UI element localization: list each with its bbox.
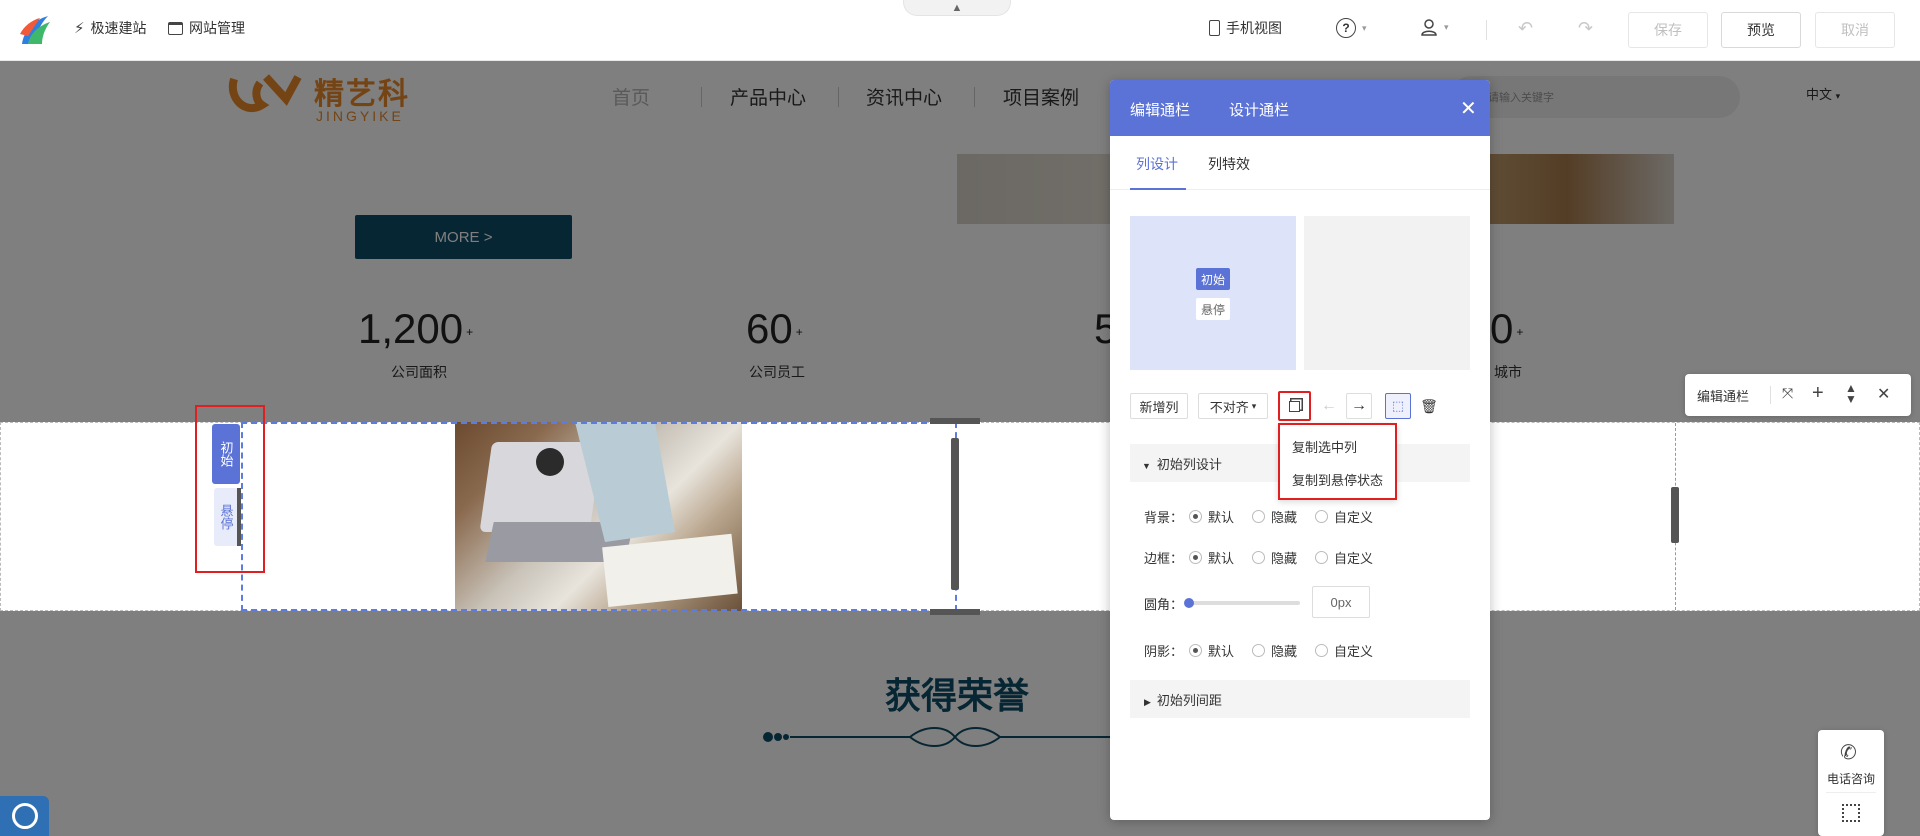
delete-icon[interactable]: 🗑 bbox=[1416, 393, 1442, 419]
lightning-icon: ⚡ bbox=[74, 20, 85, 37]
quick-build-label: 极速建站 bbox=[90, 20, 147, 36]
panel-subtabs: 列设计 列特效 bbox=[1110, 136, 1490, 190]
align-select-label: 不对齐 bbox=[1209, 399, 1249, 415]
tab-column-effect[interactable]: 列特效 bbox=[1208, 154, 1250, 174]
window-icon bbox=[168, 21, 183, 35]
user-menu[interactable]: ▾ bbox=[1420, 18, 1449, 36]
phone-icon bbox=[1209, 20, 1220, 36]
unlink-icon[interactable]: ⤧ bbox=[1782, 385, 1793, 402]
radio-custom[interactable]: 自定义 bbox=[1315, 641, 1373, 660]
background-option-row: 背景： 默认 隐藏 自定义 bbox=[1144, 506, 1391, 526]
border-option-row: 边框： 默认 隐藏 自定义 bbox=[1144, 547, 1391, 567]
radio-custom[interactable]: 自定义 bbox=[1315, 507, 1373, 526]
radius-slider-thumb[interactable] bbox=[1184, 598, 1194, 608]
chevron-down-icon: ▾ bbox=[1362, 22, 1367, 33]
divider bbox=[1486, 20, 1487, 40]
copy-button[interactable] bbox=[1278, 391, 1311, 421]
dim-overlay bbox=[0, 611, 1920, 836]
preview-initial-badge: 初始 bbox=[1196, 268, 1230, 290]
preview-button[interactable]: 预览 bbox=[1721, 12, 1801, 48]
border-label: 边框： bbox=[1144, 550, 1184, 566]
radio-hide[interactable]: 隐藏 bbox=[1252, 548, 1297, 567]
caret-down-icon: ▼ bbox=[1142, 461, 1151, 471]
radius-input[interactable]: 0px bbox=[1312, 586, 1370, 618]
phone-consult-label[interactable]: 电话咨询 bbox=[1827, 770, 1875, 787]
edit-row-panel: 编辑通栏 设计通栏 ✕ 列设计 列特效 初始 悬停 新增列 不对齐 ▾ ← → ⬚… bbox=[1110, 80, 1490, 820]
section-title: 初始列设计 bbox=[1156, 457, 1222, 472]
chevron-up-icon: ▲ bbox=[951, 1, 963, 14]
copy-icon bbox=[1289, 400, 1300, 412]
radio-default[interactable]: 默认 bbox=[1189, 641, 1234, 660]
help-menu[interactable]: ? ▾ bbox=[1336, 18, 1367, 38]
add-icon[interactable]: + bbox=[1812, 382, 1824, 405]
radio-default[interactable]: 默认 bbox=[1189, 507, 1234, 526]
divider bbox=[1770, 386, 1771, 404]
column-preview[interactable] bbox=[1304, 216, 1470, 370]
shadow-label: 阴影： bbox=[1144, 643, 1184, 659]
consult-widget: ✆ 电话咨询 bbox=[1818, 730, 1884, 836]
move-left-icon[interactable]: ← bbox=[1316, 393, 1342, 419]
menu-item-copy-to-hover[interactable]: 复制到悬停状态 bbox=[1292, 470, 1383, 489]
column-handle-bottom[interactable] bbox=[930, 609, 980, 615]
tab-column-design[interactable]: 列设计 bbox=[1136, 154, 1178, 174]
qrcode-icon[interactable] bbox=[1842, 804, 1860, 822]
help-icon: ? bbox=[1336, 18, 1356, 38]
phone-icon[interactable]: ✆ bbox=[1840, 740, 1857, 765]
mobile-view-label: 手机视图 bbox=[1226, 20, 1282, 36]
radius-option-row: 圆角： bbox=[1144, 593, 1185, 613]
active-tab-indicator bbox=[1130, 188, 1186, 190]
tab-design-row[interactable]: 设计通栏 bbox=[1229, 99, 1289, 120]
edit-row-button[interactable]: 编辑通栏 bbox=[1697, 386, 1749, 405]
section-column-spacing[interactable]: ▶ 初始列间距 bbox=[1130, 680, 1470, 718]
copy-dropdown: 复制选中列 复制到悬停状态 bbox=[1278, 423, 1397, 500]
column-preview-selected[interactable]: 初始 悬停 bbox=[1130, 216, 1296, 370]
close-icon[interactable]: ✕ bbox=[1877, 384, 1890, 404]
mobile-view-button[interactable]: 手机视图 bbox=[1209, 18, 1282, 38]
move-right-icon[interactable]: → bbox=[1346, 393, 1372, 419]
user-icon bbox=[1421, 19, 1437, 36]
chevron-down-icon: ▾ bbox=[1251, 400, 1257, 411]
radio-custom[interactable]: 自定义 bbox=[1315, 548, 1373, 567]
radio-hide[interactable]: 隐藏 bbox=[1252, 507, 1297, 526]
menu-item-copy-column[interactable]: 复制选中列 bbox=[1292, 437, 1357, 456]
preview-hover-badge: 悬停 bbox=[1196, 298, 1230, 320]
add-column-button[interactable]: 新增列 bbox=[1130, 393, 1188, 419]
selected-column[interactable] bbox=[241, 418, 980, 615]
panel-header: 编辑通栏 设计通栏 ✕ bbox=[1110, 80, 1490, 136]
radius-label: 圆角： bbox=[1144, 596, 1184, 612]
quick-build-button[interactable]: ⚡ 极速建站 bbox=[74, 18, 147, 38]
dim-overlay bbox=[0, 61, 1920, 422]
background-label: 背景： bbox=[1144, 509, 1184, 525]
column-resize-handle[interactable] bbox=[951, 438, 959, 590]
radio-hide[interactable]: 隐藏 bbox=[1252, 641, 1297, 660]
radius-slider[interactable] bbox=[1188, 601, 1300, 605]
undo-icon[interactable]: ↶ bbox=[1518, 18, 1533, 39]
caret-right-icon: ▶ bbox=[1144, 697, 1151, 707]
save-button[interactable]: 保存 bbox=[1628, 12, 1708, 48]
select-column-icon[interactable]: ⬚ bbox=[1385, 393, 1411, 419]
chevron-down-icon: ▾ bbox=[1444, 21, 1449, 32]
chat-icon[interactable] bbox=[0, 796, 49, 836]
highlight-box bbox=[195, 405, 265, 573]
section-title: 初始列间距 bbox=[1156, 693, 1222, 708]
tab-edit-row[interactable]: 编辑通栏 bbox=[1130, 99, 1190, 120]
align-select[interactable]: 不对齐 ▾ bbox=[1198, 393, 1268, 419]
row-floating-toolbar: 编辑通栏 ⤧ + ▲ ▼ ✕ bbox=[1685, 374, 1911, 416]
cancel-button[interactable]: 取消 bbox=[1815, 12, 1895, 48]
collapse-toolbar-tab[interactable]: ▲ bbox=[903, 0, 1011, 16]
site-manage-label: 网站管理 bbox=[189, 20, 245, 36]
divider bbox=[1826, 792, 1876, 793]
radio-default[interactable]: 默认 bbox=[1189, 548, 1234, 567]
resize-handle[interactable] bbox=[1671, 487, 1679, 543]
shadow-option-row: 阴影： 默认 隐藏 自定义 bbox=[1144, 640, 1391, 660]
redo-icon[interactable]: ↷ bbox=[1578, 18, 1593, 39]
close-icon[interactable]: ✕ bbox=[1460, 96, 1477, 121]
site-manage-button[interactable]: 网站管理 bbox=[168, 18, 245, 38]
app-logo-icon[interactable] bbox=[18, 12, 54, 48]
move-updown-icon[interactable]: ▲ ▼ bbox=[1845, 382, 1857, 405]
column-handle-top[interactable] bbox=[930, 418, 980, 424]
